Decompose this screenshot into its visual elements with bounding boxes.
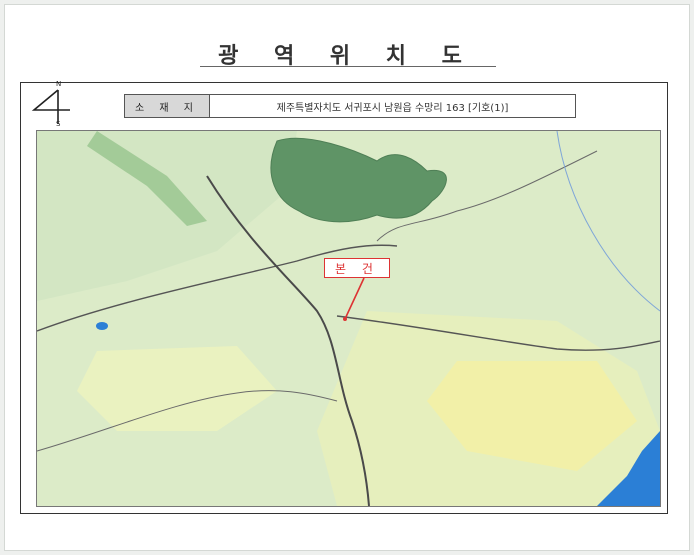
marker-point [343,317,347,321]
title-underline [200,66,496,67]
map-pond [96,322,108,330]
south-label: S [56,120,61,128]
subject-marker-label: 본 건 [324,258,390,278]
compass-glyph [31,89,70,124]
location-address: 제주특별자치도 서귀포시 남원읍 수망리 163 [기호(1)] [276,102,509,114]
map-canvas[interactable] [37,131,660,506]
map-view[interactable] [36,130,661,507]
location-label: 소 재 지 [125,95,210,117]
north-label: N [56,80,62,88]
north-arrow-icon: N S [30,80,70,132]
location-table: 소 재 지 제주특별자치도 서귀포시 남원읍 수망리 163 [기호(1)] [124,94,576,118]
